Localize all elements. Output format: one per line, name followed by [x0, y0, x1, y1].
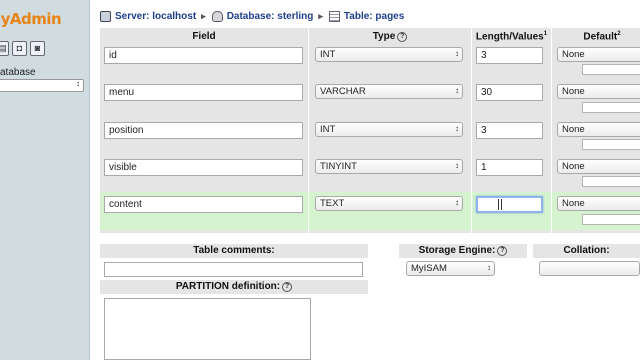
column-divider [471, 28, 472, 233]
breadcrumb-server[interactable]: Server: localhost [115, 11, 196, 22]
table-icon [328, 10, 340, 22]
phpmyadmin-logo[interactable]: lyAdmin [0, 10, 62, 28]
header-field: Field [192, 31, 216, 42]
length-input-focused[interactable] [476, 196, 543, 213]
collation-select[interactable] [539, 261, 640, 276]
table-comments-label: Table comments: [100, 244, 368, 258]
breadcrumb-table[interactable]: Table: pages [344, 11, 404, 22]
field-name-input[interactable]: menu [104, 84, 303, 101]
chevron-updown-icon: ↕ [76, 79, 80, 88]
footnote-marker: 2 [617, 31, 621, 37]
length-input[interactable]: 30 [476, 84, 543, 101]
query-window-icon[interactable]: ◘ [12, 41, 27, 56]
type-select[interactable]: VARCHAR ↕ [315, 84, 463, 99]
length-input[interactable]: 1 [476, 159, 543, 176]
chevron-updown-icon: ↕ [455, 124, 459, 133]
column-divider [551, 28, 552, 233]
database-icon [211, 10, 223, 22]
default-value-input[interactable] [582, 102, 640, 113]
partition-definition-label: PARTITION definition:? [100, 280, 368, 294]
breadcrumb: Server: localhost ▸ Database: sterling ▸… [100, 9, 404, 23]
default-select[interactable]: None [557, 122, 640, 137]
type-select[interactable]: TEXT ↕ [315, 196, 463, 211]
documentation-icon[interactable]: ◙ [30, 41, 45, 56]
default-value-input[interactable] [582, 176, 640, 187]
type-select[interactable]: INT ↕ [315, 122, 463, 137]
partition-definition-textarea[interactable] [104, 298, 311, 360]
default-select[interactable]: None [557, 196, 640, 211]
field-name-input[interactable]: visible [104, 159, 303, 176]
database-select[interactable]: ↕ [0, 79, 84, 92]
column-divider [308, 28, 309, 233]
chevron-updown-icon: ↕ [455, 86, 459, 95]
database-label: atabase [0, 67, 36, 78]
breadcrumb-separator-icon: ▸ [318, 10, 323, 21]
footnote-marker: 1 [543, 31, 548, 37]
field-name-input[interactable]: content [104, 196, 303, 213]
server-icon [100, 10, 111, 22]
length-input[interactable]: 3 [476, 47, 543, 64]
header-length: Length/Values1 [475, 31, 548, 43]
chevron-updown-icon: ↕ [455, 161, 459, 170]
default-select[interactable]: None [557, 159, 640, 174]
collation-label: Collation: [533, 244, 640, 258]
table-comments-input[interactable] [104, 262, 363, 277]
field-definition-table: Field Type? Length/Values1 Default2 id I… [100, 28, 640, 233]
default-value-input[interactable] [582, 214, 640, 225]
field-name-input[interactable]: id [104, 47, 303, 64]
nav-icon-bar: ▤ ◘ ◙ [0, 41, 45, 56]
type-select[interactable]: TINYINT ↕ [315, 159, 463, 174]
field-name-input[interactable]: position [104, 122, 303, 139]
chevron-updown-icon: ↕ [455, 49, 459, 58]
breadcrumb-database[interactable]: Database: sterling [227, 11, 314, 22]
header-type: Type? [309, 31, 471, 42]
storage-engine-label: Storage Engine:? [399, 244, 527, 258]
home-icon[interactable]: ▤ [0, 41, 9, 56]
chevron-updown-icon: ↕ [487, 263, 491, 272]
default-value-input[interactable] [582, 64, 640, 75]
default-select[interactable]: None [557, 47, 640, 62]
storage-engine-select[interactable]: MyISAM ↕ [406, 261, 495, 276]
type-select[interactable]: INT ↕ [315, 47, 463, 62]
help-icon[interactable]: ? [497, 246, 508, 256]
chevron-updown-icon: ↕ [455, 198, 459, 207]
header-default: Default2 [583, 31, 621, 43]
text-cursor-icon [498, 199, 502, 210]
default-value-input[interactable] [582, 139, 640, 150]
length-input[interactable]: 3 [476, 122, 543, 139]
default-select[interactable]: None [557, 84, 640, 99]
navigation-frame: lyAdmin ▤ ◘ ◙ atabase ↕ [0, 0, 90, 360]
help-icon[interactable]: ? [397, 32, 408, 42]
help-icon[interactable]: ? [282, 282, 293, 292]
breadcrumb-separator-icon: ▸ [201, 10, 206, 21]
